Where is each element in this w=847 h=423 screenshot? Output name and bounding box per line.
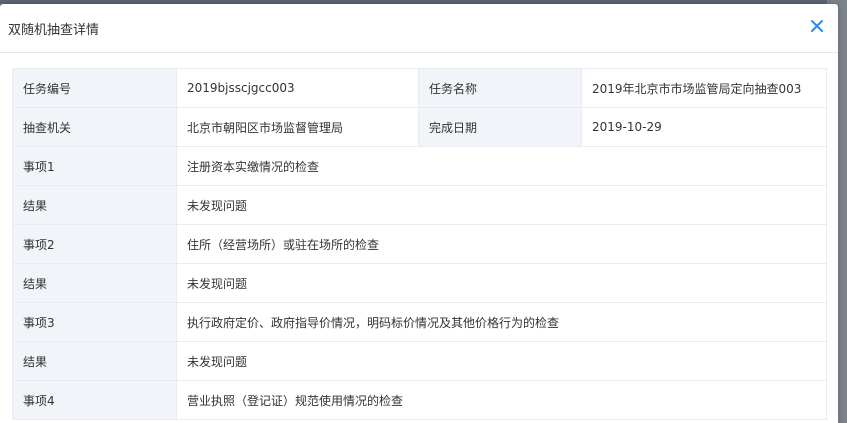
item-value: 住所（经营场所）或驻在场所的检查: [176, 224, 827, 264]
item-label: 事项4: [12, 380, 177, 420]
table-row: 事项3 执行政府定价、政府指导价情况，明码标价情况及其他价格行为的检查: [12, 302, 827, 342]
result-label: 结果: [12, 185, 177, 225]
task-name-label: 任务名称: [418, 68, 582, 108]
result-label: 结果: [12, 263, 177, 303]
result-value: 未发现问题: [176, 185, 827, 225]
detail-table: 任务编号 2019bjsscjgcc003 任务名称 2019年北京市市场监管局…: [12, 68, 827, 420]
item-value: 营业执照（登记证）规范使用情况的检查: [176, 380, 827, 420]
table-row: 事项1 注册资本实缴情况的检查: [12, 146, 827, 186]
task-number-value: 2019bjsscjgcc003: [176, 68, 419, 108]
dialog-header: 双随机抽查详情: [0, 4, 838, 53]
inspection-agency-label: 抽查机关: [12, 107, 177, 147]
item-value: 执行政府定价、政府指导价情况，明码标价情况及其他价格行为的检查: [176, 302, 827, 342]
task-number-label: 任务编号: [12, 68, 177, 108]
item-label: 事项2: [12, 224, 177, 264]
table-row: 任务编号 2019bjsscjgcc003 任务名称 2019年北京市市场监管局…: [12, 68, 827, 108]
task-name-value: 2019年北京市市场监管局定向抽查003: [581, 68, 827, 108]
close-icon[interactable]: [808, 17, 826, 35]
inspection-agency-value: 北京市朝阳区市场监督管理局: [176, 107, 419, 147]
item-label: 事项3: [12, 302, 177, 342]
table-row: 结果 未发现问题: [12, 263, 827, 303]
table-row: 事项4 营业执照（登记证）规范使用情况的检查: [12, 380, 827, 420]
result-label: 结果: [12, 341, 177, 381]
result-value: 未发现问题: [176, 263, 827, 303]
table-row: 抽查机关 北京市朝阳区市场监督管理局 完成日期 2019-10-29: [12, 107, 827, 147]
completion-date-value: 2019-10-29: [581, 107, 827, 147]
dialog-title: 双随机抽查详情: [8, 23, 100, 38]
item-label: 事项1: [12, 146, 177, 186]
table-row: 事项2 住所（经营场所）或驻在场所的检查: [12, 224, 827, 264]
spot-check-detail-dialog: 双随机抽查详情 任务编号 2019bjsscjgcc003 任务名称 2019年…: [0, 4, 838, 423]
completion-date-label: 完成日期: [418, 107, 582, 147]
table-row: 结果 未发现问题: [12, 185, 827, 225]
result-value: 未发现问题: [176, 341, 827, 381]
item-value: 注册资本实缴情况的检查: [176, 146, 827, 186]
table-row: 结果 未发现问题: [12, 341, 827, 381]
